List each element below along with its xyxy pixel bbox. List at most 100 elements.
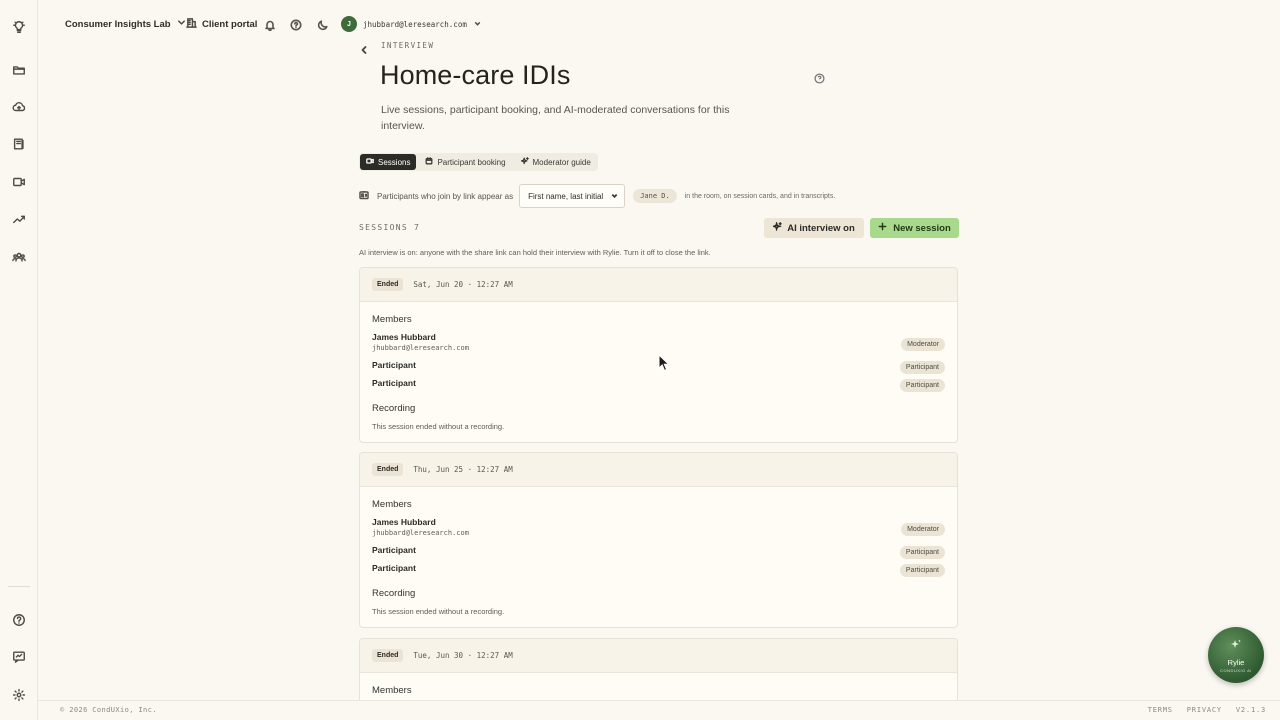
avatar: J: [341, 16, 357, 32]
role-badge: Participant: [899, 564, 945, 577]
session-date: Thu, Jun 25 · 12:27 AM: [413, 465, 513, 474]
feedback-icon[interactable]: [10, 648, 28, 666]
tab-label: Participant booking: [437, 157, 506, 167]
role-badge: Moderator: [901, 338, 945, 351]
bell-icon[interactable]: [264, 18, 276, 32]
member-name: James Hubbard: [372, 517, 436, 527]
workspace-switcher[interactable]: Consumer Insights Lab: [65, 17, 187, 31]
participant-name-setting: Participants who join by link appear as …: [359, 184, 835, 208]
recording-note: This session ended without a recording.: [372, 422, 505, 431]
folder-icon[interactable]: [10, 61, 28, 79]
status-badge: Ended: [372, 278, 404, 291]
footer-links: TERMS PRIVACY V2.1.3: [1148, 706, 1266, 714]
session-card-header: Ended Sat, Jun 20 · 12:27 AM: [360, 268, 957, 302]
book-icon[interactable]: [10, 135, 28, 153]
new-session-button[interactable]: New session: [870, 218, 959, 238]
help-icon[interactable]: [814, 71, 826, 84]
ai-interview-note: AI interview is on: anyone with the shar…: [359, 248, 711, 257]
help-icon[interactable]: [10, 611, 28, 629]
version-label: V2.1.3: [1235, 706, 1266, 714]
users-icon[interactable]: [10, 248, 28, 266]
members-heading: Members: [372, 685, 412, 696]
assistant-tag: CONDUXIO AI: [1220, 667, 1252, 673]
new-session-label: New session: [893, 222, 951, 234]
moon-icon[interactable]: [317, 18, 329, 31]
name-format-select[interactable]: First name, last initial: [519, 184, 626, 208]
session-card-header: Ended Thu, Jun 25 · 12:27 AM: [360, 453, 957, 487]
name-preview-chip: Jane D.: [633, 189, 677, 203]
role-badge: Participant: [899, 546, 945, 559]
assistant-name: Rylie: [1227, 657, 1245, 667]
name-setting-trail: in the room, on session cards, and in tr…: [684, 192, 836, 200]
name-setting-lead: Participants who join by link appear as: [377, 191, 514, 201]
cloud-upload-icon[interactable]: [10, 98, 28, 116]
chevron-down-icon: [611, 192, 618, 201]
tab-bar: Sessions Participant booking Moderator g…: [359, 153, 598, 171]
privacy-link[interactable]: PRIVACY: [1187, 706, 1222, 714]
recording-note: This session ended without a recording.: [372, 607, 505, 616]
name-format-value: First name, last initial: [528, 191, 604, 201]
rylie-assistant-button[interactable]: Rylie CONDUXIO AI: [1208, 627, 1264, 683]
role-badge: Moderator: [901, 523, 945, 536]
video-icon: [366, 157, 374, 167]
video-icon[interactable]: [10, 173, 28, 191]
tab-moderator-guide[interactable]: Moderator guide: [515, 154, 597, 170]
user-menu[interactable]: J jhubbard@leresearch.com: [341, 16, 482, 32]
lightbulb-icon[interactable]: [10, 18, 28, 36]
back-button[interactable]: [359, 42, 371, 54]
members-heading: Members: [372, 314, 412, 325]
member-name: Participant: [372, 545, 416, 555]
ai-interview-label: AI interview on: [787, 222, 855, 234]
top-bar: Consumer Insights Lab Client portal J jh…: [38, 0, 1280, 48]
user-email: jhubbard@leresearch.com: [363, 19, 467, 29]
member-row: Participant Participant: [372, 543, 945, 561]
help-icon[interactable]: [290, 18, 302, 31]
session-card[interactable]: Ended Thu, Jun 25 · 12:27 AM Members Jam…: [359, 452, 958, 628]
workspace-name: Consumer Insights Lab: [65, 18, 171, 30]
member-email: jhubbard@leresearch.com: [372, 529, 469, 537]
role-badge: Participant: [899, 361, 945, 374]
calendar-icon: [425, 157, 433, 167]
page-eyebrow: INTERVIEW: [381, 41, 435, 50]
page-title: Home-care IDIs: [380, 60, 571, 90]
session-card-body: Members James Hubbard jhubbard@leresearc…: [360, 487, 957, 616]
status-badge: Ended: [372, 649, 404, 662]
member-name: James Hubbard: [372, 332, 436, 342]
sparkle-icon: [1230, 638, 1242, 656]
member-row: Participant Participant: [372, 376, 945, 394]
ai-interview-toggle-button[interactable]: AI interview on: [764, 218, 864, 238]
copyright: © 2026 CondUXio, Inc.: [60, 706, 157, 714]
gear-icon[interactable]: [10, 686, 28, 704]
recording-heading: Recording: [372, 588, 416, 599]
client-portal-label: Client portal: [202, 18, 258, 30]
chevron-down-icon: [176, 17, 187, 31]
building-icon: [186, 17, 197, 31]
session-card[interactable]: Ended Tue, Jun 30 · 12:27 AM Members: [359, 638, 958, 700]
chevron-down-icon: [473, 19, 482, 30]
terms-link[interactable]: TERMS: [1148, 706, 1173, 714]
sparkle-icon: [771, 220, 783, 234]
role-badge: Participant: [899, 379, 945, 392]
status-badge: Ended: [372, 463, 404, 476]
session-card-body: Members: [360, 673, 957, 696]
member-row: Participant Participant: [372, 561, 945, 579]
session-date: Sat, Jun 20 · 12:27 AM: [413, 280, 513, 289]
session-date: Tue, Jun 30 · 12:27 AM: [413, 651, 513, 660]
member-row: James Hubbard jhubbard@leresearch.com Mo…: [372, 515, 945, 543]
tab-label: Sessions: [378, 157, 411, 167]
client-portal-link[interactable]: Client portal: [186, 17, 257, 31]
members-heading: Members: [372, 499, 412, 510]
footer: © 2026 CondUXio, Inc. TERMS PRIVACY V2.1…: [38, 700, 1280, 720]
left-rail: [0, 0, 38, 720]
trend-chart-icon[interactable]: [10, 210, 28, 228]
sparkle-icon: [520, 157, 529, 167]
member-email: jhubbard@leresearch.com: [372, 344, 469, 352]
mouse-cursor-icon: [658, 354, 670, 372]
tab-participant-booking[interactable]: Participant booking: [419, 154, 511, 170]
tab-sessions[interactable]: Sessions: [360, 154, 417, 170]
page-subtitle: Live sessions, participant booking, and …: [381, 104, 730, 132]
member-name: Participant: [372, 378, 416, 388]
id-card-icon: [359, 190, 369, 202]
chevron-left-icon: [361, 46, 367, 54]
recording-heading: Recording: [372, 403, 416, 414]
